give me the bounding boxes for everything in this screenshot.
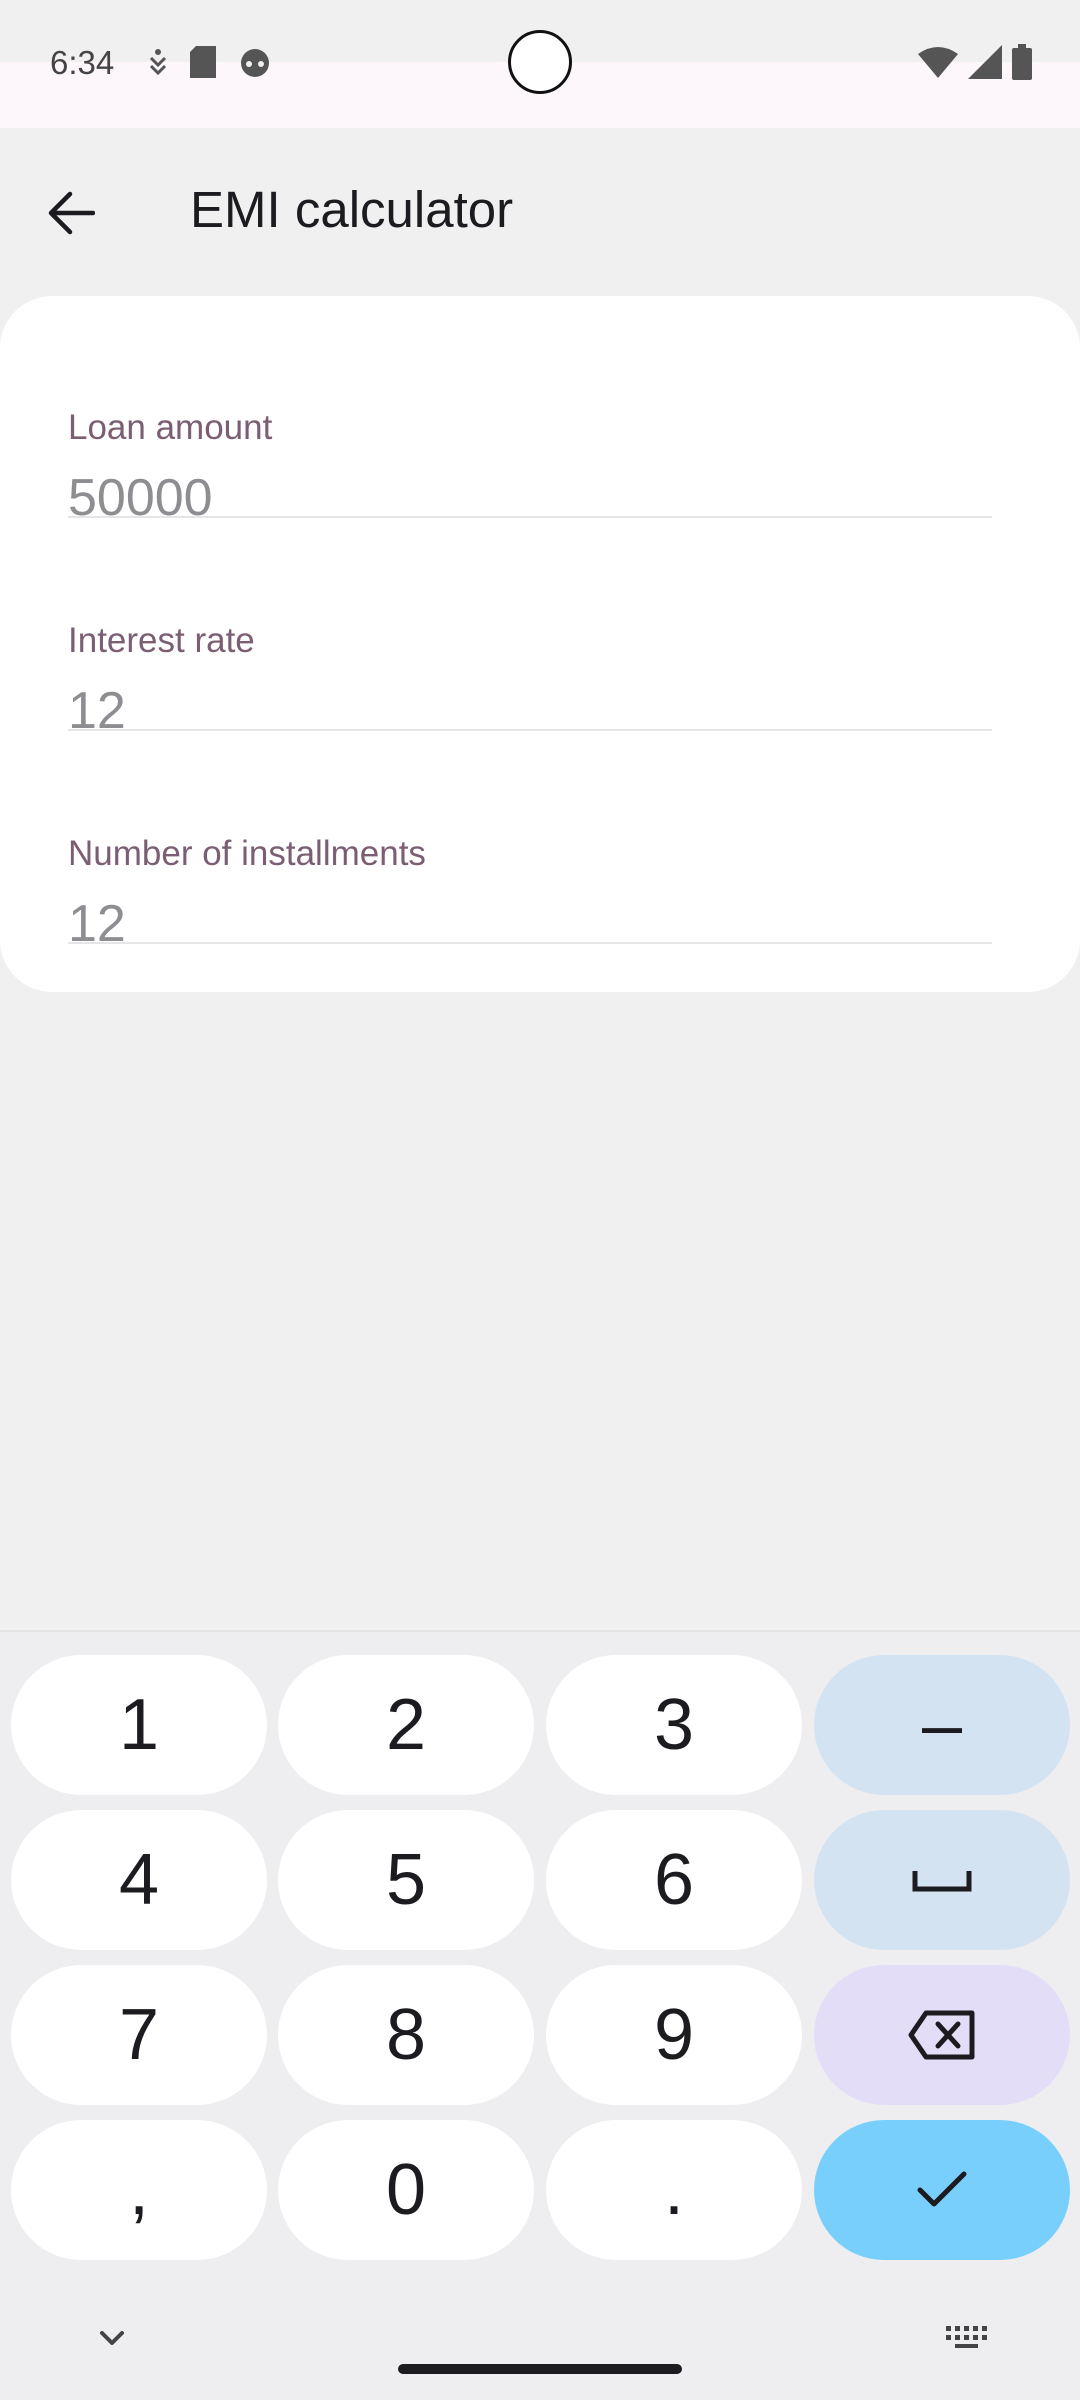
hide-keyboard-button[interactable] — [92, 2318, 132, 2358]
wifi-icon — [918, 47, 958, 78]
sd-card-icon — [190, 46, 216, 78]
backspace-icon — [908, 2010, 975, 2060]
face-icon — [241, 49, 269, 77]
field-underline — [68, 729, 992, 731]
key-dash[interactable]: – — [814, 1655, 1070, 1795]
interest-rate-label: Interest rate — [68, 621, 255, 660]
status-icons-right — [918, 44, 1032, 80]
field-underline — [68, 942, 992, 944]
status-bar: 6:34 — [0, 0, 1080, 128]
loan-amount-label: Loan amount — [68, 408, 273, 447]
status-time: 6:34 — [50, 44, 115, 81]
accessibility-icon — [149, 49, 167, 76]
camera-cutout — [508, 30, 572, 94]
form-card: Loan amount 50000 Interest rate 12 Numbe… — [0, 296, 1080, 992]
keyboard-icon — [946, 2326, 987, 2348]
key-9[interactable]: 9 — [546, 1965, 802, 2105]
loan-amount-field[interactable]: Loan amount 50000 — [68, 332, 992, 527]
key-comma[interactable]: , — [11, 2120, 267, 2260]
key-0[interactable]: 0 — [278, 2120, 534, 2260]
space-bar-icon — [912, 1871, 972, 1892]
key-backspace[interactable] — [814, 1965, 1070, 2105]
key-8[interactable]: 8 — [278, 1965, 534, 2105]
signal-icon — [968, 45, 1002, 79]
installments-label: Number of installments — [68, 834, 426, 873]
back-button[interactable] — [36, 178, 106, 248]
interest-rate-field[interactable]: Interest rate 12 — [68, 545, 992, 740]
status-icons-left — [148, 46, 272, 78]
loan-amount-input[interactable]: 50000 — [68, 468, 213, 528]
battery-icon — [1012, 44, 1032, 80]
field-underline — [68, 516, 992, 518]
key-6[interactable]: 6 — [546, 1810, 802, 1950]
key-1[interactable]: 1 — [11, 1655, 267, 1795]
installments-input[interactable]: 12 — [68, 894, 126, 954]
chevron-down-icon — [100, 2331, 124, 2345]
keyboard-switch-button[interactable] — [944, 2322, 990, 2352]
key-done[interactable] — [814, 2120, 1070, 2260]
arrow-back-icon — [48, 191, 95, 235]
installments-field[interactable]: Number of installments 12 — [68, 758, 992, 953]
page-title: EMI calculator — [190, 181, 514, 238]
key-4[interactable]: 4 — [11, 1810, 267, 1950]
home-indicator[interactable] — [398, 2364, 682, 2374]
app-bar: EMI calculator — [0, 128, 1080, 296]
key-7[interactable]: 7 — [11, 1965, 267, 2105]
key-2[interactable]: 2 — [278, 1655, 534, 1795]
key-space[interactable] — [814, 1810, 1070, 1950]
key-period[interactable]: . — [546, 2120, 802, 2260]
check-icon — [917, 2171, 967, 2207]
key-3[interactable]: 3 — [546, 1655, 802, 1795]
key-5[interactable]: 5 — [278, 1810, 534, 1950]
interest-rate-input[interactable]: 12 — [68, 681, 126, 741]
